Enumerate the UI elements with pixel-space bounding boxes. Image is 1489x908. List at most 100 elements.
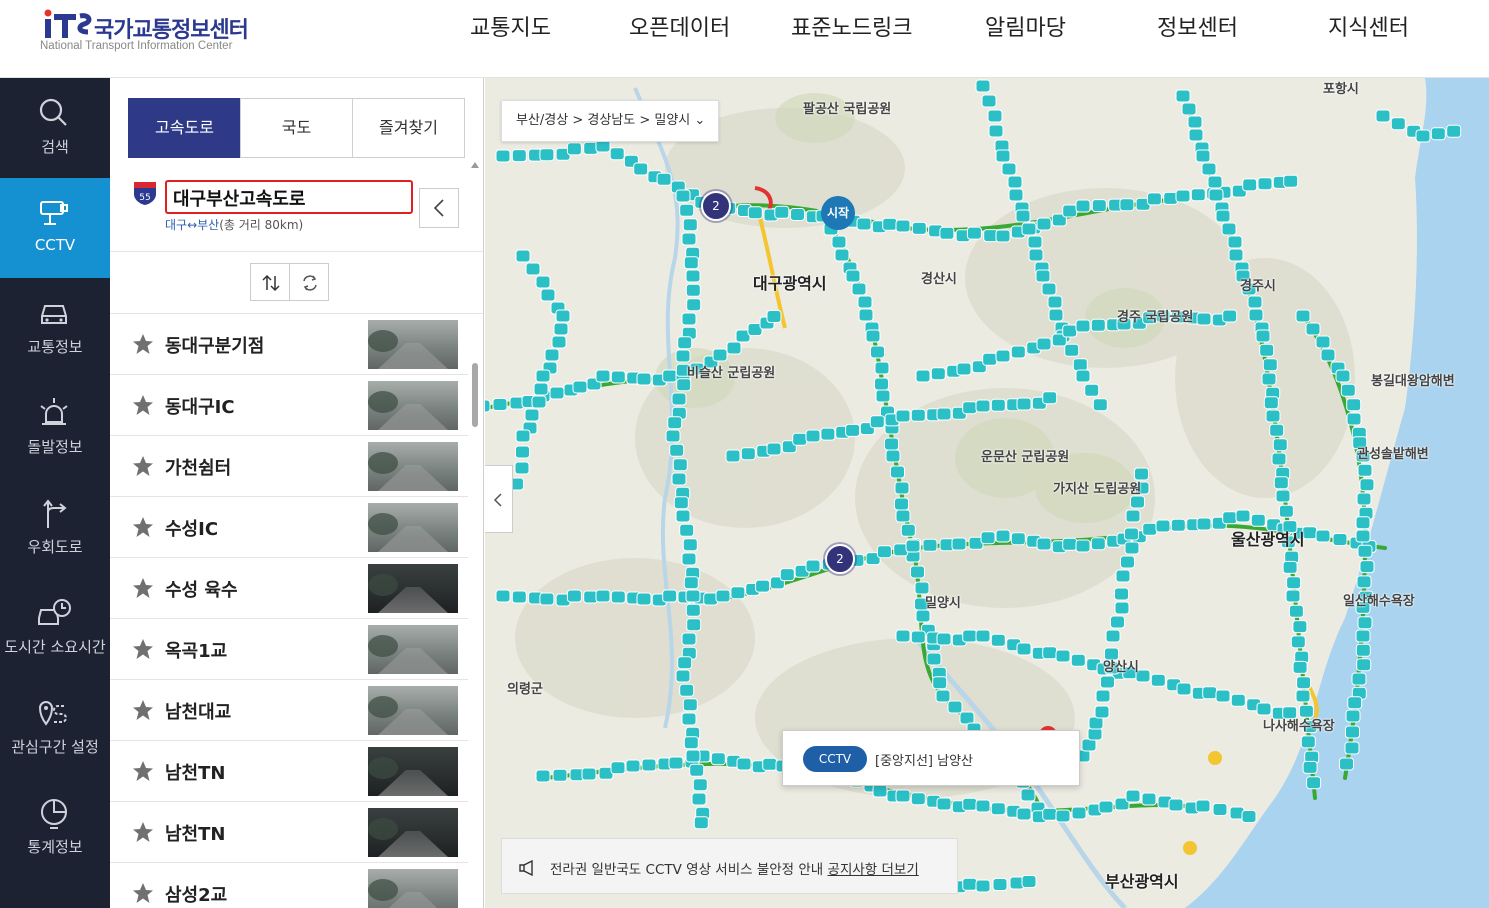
- cctv-marker-icon[interactable]: [656, 172, 672, 186]
- cctv-marker-icon[interactable]: [922, 538, 938, 552]
- cctv-marker-icon[interactable]: [762, 757, 778, 771]
- cctv-marker-icon[interactable]: [1261, 372, 1277, 386]
- cctv-marker-icon[interactable]: [525, 262, 541, 276]
- cctv-marker-icon[interactable]: [1356, 492, 1372, 506]
- cctv-marker-icon[interactable]: [884, 437, 899, 451]
- cctv-marker-icon[interactable]: [1036, 537, 1052, 551]
- cctv-thumbnail[interactable]: [368, 442, 458, 491]
- cctv-marker-icon[interactable]: [874, 377, 889, 391]
- cctv-marker-icon[interactable]: [956, 362, 972, 376]
- cctv-marker-icon[interactable]: [552, 768, 568, 782]
- cctv-marker-icon[interactable]: [995, 149, 1011, 163]
- cctv-cluster-marker[interactable]: 2: [825, 544, 855, 574]
- cctv-marker-icon[interactable]: [693, 816, 709, 830]
- cctv-marker-icon[interactable]: [495, 149, 511, 163]
- cctv-marker-icon[interactable]: [987, 109, 1003, 123]
- cctv-marker-icon[interactable]: [1273, 476, 1289, 490]
- list-item[interactable]: 남천TN: [110, 802, 468, 863]
- cctv-marker-icon[interactable]: [1114, 587, 1129, 601]
- traffic-map[interactable]: 포항시 팔공산 국립공원 대구광역시 경산시 경주시 경주 국립공원 봉길대왕암…: [485, 78, 1489, 908]
- cctv-marker-icon[interactable]: [1390, 117, 1406, 131]
- cctv-marker-icon[interactable]: [966, 226, 982, 240]
- cctv-marker-icon[interactable]: [685, 283, 701, 297]
- cctv-marker-icon[interactable]: [1016, 642, 1032, 656]
- cctv-marker-icon[interactable]: [1141, 792, 1157, 806]
- refresh-button[interactable]: [289, 263, 329, 301]
- cctv-marker-icon[interactable]: [936, 632, 952, 646]
- cctv-marker-icon[interactable]: [939, 226, 955, 240]
- cctv-marker-icon[interactable]: [1007, 175, 1023, 189]
- cctv-marker-icon[interactable]: [540, 288, 556, 302]
- nav-notice[interactable]: 알림마당: [985, 10, 1066, 42]
- cctv-marker-icon[interactable]: [1064, 343, 1080, 357]
- cctv-marker-icon[interactable]: [712, 348, 728, 362]
- cctv-marker-icon[interactable]: [566, 142, 582, 156]
- cctv-marker-icon[interactable]: [1190, 188, 1206, 202]
- cctv-marker-icon[interactable]: [515, 429, 531, 443]
- cctv-marker-icon[interactable]: [1010, 345, 1026, 359]
- cctv-marker-icon[interactable]: [805, 559, 821, 573]
- nav-open-data[interactable]: 오픈데이터: [629, 10, 730, 42]
- cctv-marker-icon[interactable]: [689, 763, 705, 777]
- cctv-marker-icon[interactable]: [1212, 803, 1228, 816]
- cctv-marker-icon[interactable]: [1120, 555, 1135, 569]
- cctv-marker-icon[interactable]: [681, 312, 697, 326]
- cctv-marker-icon[interactable]: [511, 590, 527, 604]
- route-name[interactable]: 대구부산고속도로: [165, 180, 413, 214]
- cctv-marker-icon[interactable]: [1070, 653, 1086, 667]
- nav-knowledge-center[interactable]: 지식센터: [1328, 10, 1409, 42]
- scroll-up-arrow-icon[interactable]: [471, 162, 479, 168]
- cctv-marker-icon[interactable]: [1278, 504, 1294, 518]
- cctv-marker-icon[interactable]: [1282, 560, 1298, 574]
- cctv-marker-icon[interactable]: [625, 759, 641, 773]
- cctv-marker-icon[interactable]: [874, 361, 890, 375]
- side-nav-travel-time[interactable]: 도시간 소요시간: [0, 578, 110, 678]
- cctv-marker-icon[interactable]: [1062, 204, 1078, 218]
- reverse-direction-button[interactable]: [250, 263, 290, 301]
- cctv-marker-icon[interactable]: [1255, 329, 1271, 343]
- cctv-thumbnail[interactable]: [368, 808, 458, 857]
- cctv-marker-icon[interactable]: [766, 310, 782, 323]
- cctv-marker-icon[interactable]: [1296, 676, 1312, 690]
- cctv-marker-icon[interactable]: [981, 94, 997, 108]
- cctv-marker-icon[interactable]: [691, 792, 707, 806]
- cctv-marker-icon[interactable]: [1088, 716, 1104, 730]
- cctv-marker-icon[interactable]: [1142, 522, 1158, 536]
- cctv-marker-icon[interactable]: [692, 778, 708, 792]
- star-icon[interactable]: [132, 394, 154, 416]
- cctv-marker-icon[interactable]: [856, 217, 872, 231]
- cctv-marker-icon[interactable]: [1355, 529, 1371, 543]
- side-nav-traffic-info[interactable]: 교통정보: [0, 278, 110, 378]
- cctv-marker-icon[interactable]: [1042, 807, 1058, 821]
- cctv-marker-icon[interactable]: [595, 589, 611, 603]
- cctv-marker-icon[interactable]: [485, 399, 491, 413]
- list-item[interactable]: 수성IC: [110, 497, 468, 558]
- cctv-marker-icon[interactable]: [1075, 199, 1091, 213]
- cctv-marker-icon[interactable]: [1021, 222, 1037, 236]
- cctv-marker-icon[interactable]: [1055, 649, 1071, 663]
- cctv-marker-icon[interactable]: [1115, 569, 1131, 583]
- cctv-marker-icon[interactable]: [1016, 397, 1032, 411]
- cctv-thumbnail[interactable]: [368, 686, 458, 735]
- cctv-marker-icon[interactable]: [1055, 809, 1071, 823]
- cctv-marker-icon[interactable]: [492, 398, 508, 411]
- cctv-marker-icon[interactable]: [774, 205, 790, 219]
- cctv-thumbnail[interactable]: [368, 747, 458, 796]
- cctv-marker-icon[interactable]: [875, 389, 891, 403]
- list-item[interactable]: 남천TN: [110, 741, 468, 802]
- cctv-marker-icon[interactable]: [710, 752, 726, 766]
- cctv-marker-icon[interactable]: [876, 545, 892, 559]
- cctv-marker-icon[interactable]: [1241, 810, 1257, 823]
- cctv-marker-icon[interactable]: [685, 269, 701, 283]
- cctv-marker-icon[interactable]: [1355, 629, 1371, 643]
- cctv-marker-icon[interactable]: [895, 629, 911, 643]
- cctv-marker-icon[interactable]: [1202, 686, 1218, 700]
- cctv-marker-icon[interactable]: [1124, 527, 1139, 541]
- cctv-marker-icon[interactable]: [755, 579, 771, 593]
- cctv-marker-icon[interactable]: [672, 458, 688, 472]
- cctv-marker-icon[interactable]: [1305, 322, 1321, 336]
- cctv-marker-icon[interactable]: [1090, 537, 1106, 551]
- cctv-marker-icon[interactable]: [1235, 509, 1251, 523]
- cctv-marker-icon[interactable]: [911, 221, 927, 235]
- cctv-marker-icon[interactable]: [975, 879, 991, 893]
